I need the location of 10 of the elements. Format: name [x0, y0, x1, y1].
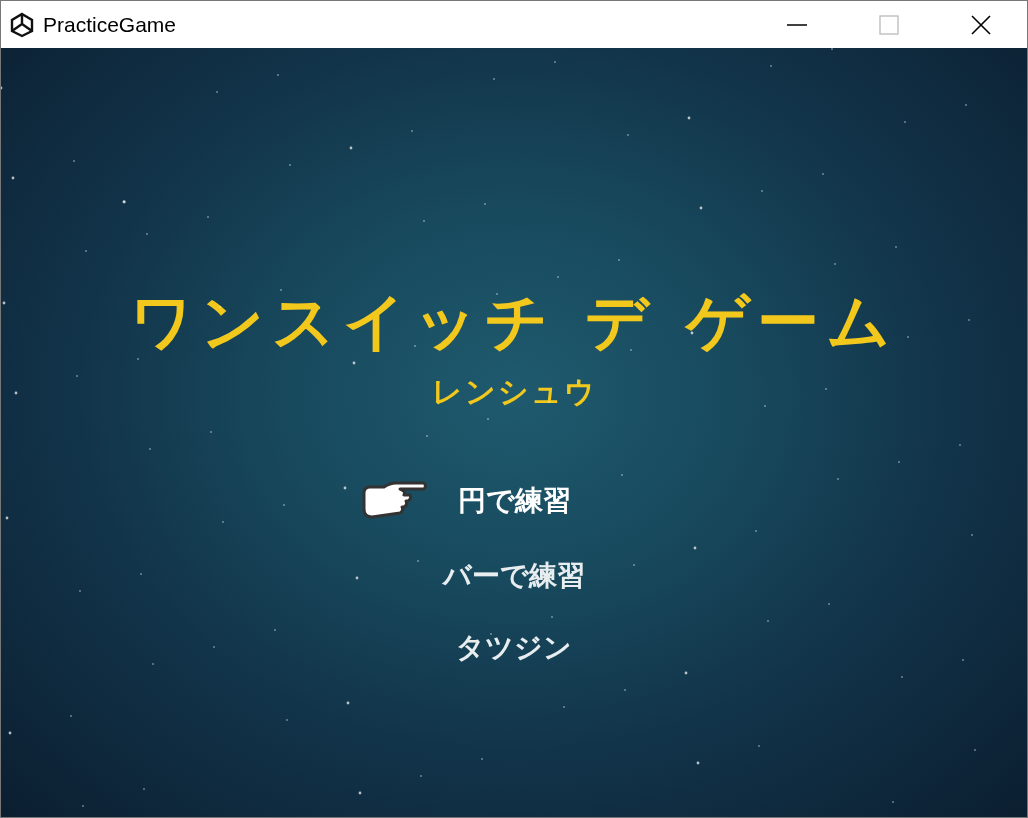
minimize-icon	[786, 23, 808, 26]
cube-logo-icon	[9, 11, 35, 38]
maximize-icon	[878, 13, 900, 36]
menu-option[interactable]: タツジン	[456, 629, 572, 667]
game-title: ワンスイッチ デ ゲーム	[129, 284, 899, 360]
window-title: PracticeGame	[43, 12, 178, 37]
menu-option[interactable]: バーで練習	[443, 557, 585, 595]
close-icon	[970, 13, 992, 36]
game-subtitle: レンシュウ	[431, 373, 597, 411]
menu-option[interactable]: 円で練習	[457, 482, 571, 520]
